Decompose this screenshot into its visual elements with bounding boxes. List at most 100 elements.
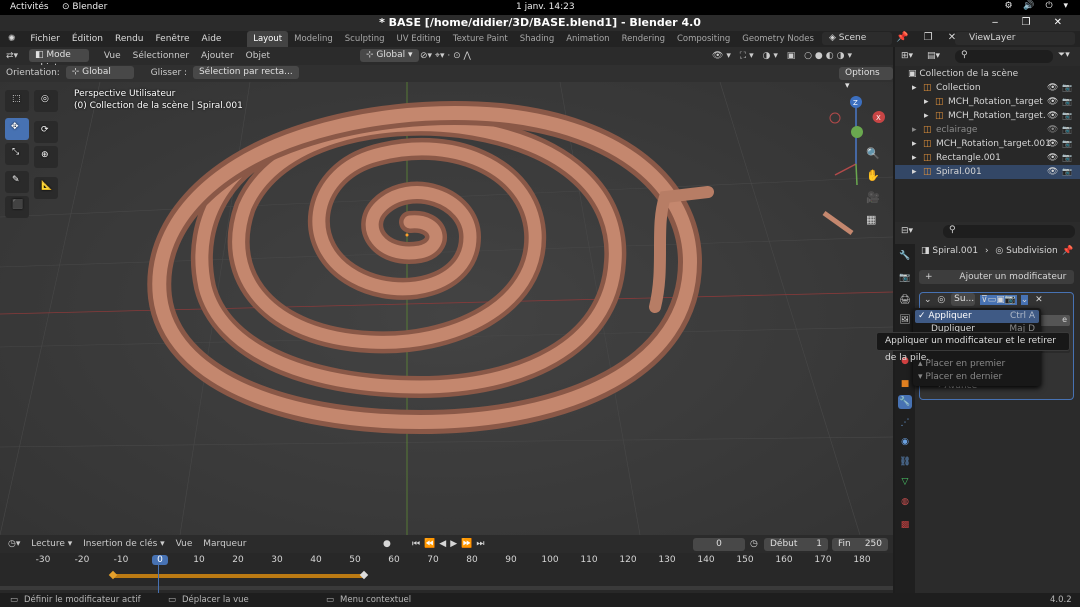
scene-selector[interactable]: ◈ Scene bbox=[822, 32, 892, 45]
tab-animation[interactable]: Animation bbox=[560, 31, 615, 47]
options-dropdown[interactable]: Options ▾ bbox=[839, 67, 893, 91]
viewport-menu-0[interactable]: Vue bbox=[104, 47, 121, 65]
transform-tool[interactable]: ⊕ bbox=[34, 146, 58, 168]
viewlayer-selector[interactable]: ViewLayer bbox=[955, 32, 1075, 45]
outliner-row[interactable]: ▸ ◫ MCH_Rotation_target 👁 📷 bbox=[895, 95, 1080, 109]
add-cube-tool[interactable]: ⬛ bbox=[5, 196, 29, 218]
collapse-chevron-icon[interactable]: ⌄ bbox=[924, 295, 932, 305]
visibility-eye-icon[interactable]: 👁 bbox=[1047, 137, 1058, 151]
camera-icon[interactable]: 🎥 bbox=[866, 191, 886, 213]
particles-tab-icon[interactable]: ⋰ bbox=[898, 416, 912, 430]
outliner-row[interactable]: ▸ ◫ Rectangle.001 👁 📷 bbox=[895, 151, 1080, 165]
tab-sculpting[interactable]: Sculpting bbox=[339, 31, 391, 47]
tool-tab-icon[interactable]: 🔧 bbox=[898, 249, 912, 263]
marker-menu[interactable]: Marqueur bbox=[203, 535, 246, 553]
expand-arrow-icon[interactable]: ▸ bbox=[912, 123, 917, 137]
tab-texture-paint[interactable]: Texture Paint bbox=[447, 31, 514, 47]
apply-menu-item[interactable]: ✓ Appliquer Ctrl A bbox=[915, 310, 1039, 323]
zoom-icon[interactable]: 🔍 bbox=[866, 147, 886, 169]
end-frame-field[interactable]: Fin 250 bbox=[832, 538, 888, 551]
current-frame-field[interactable]: 0 bbox=[693, 538, 745, 551]
editor-type-icon[interactable]: ⇄▾ bbox=[6, 47, 18, 65]
render-tab-icon[interactable]: 📷 bbox=[898, 271, 912, 285]
cursor-tool[interactable]: ◎ bbox=[34, 90, 58, 112]
scale-tool[interactable]: ⤡ bbox=[5, 143, 29, 165]
outliner-row[interactable]: ▸ ◫ MCH_Rotation_target.001 👁 📷 bbox=[895, 137, 1080, 151]
blender-logo-icon[interactable]: ✺ bbox=[0, 31, 22, 47]
expand-arrow-icon[interactable]: ▸ bbox=[912, 165, 917, 179]
grid-ortho-icon[interactable]: ▦ bbox=[866, 213, 886, 235]
visibility-eye-icon[interactable]: 👁 bbox=[1047, 81, 1058, 95]
keying-menu[interactable]: Insertion de clés ▾ bbox=[83, 535, 165, 553]
mode-selector[interactable]: ◧ Mode objet bbox=[28, 49, 89, 73]
render-camera-icon[interactable]: 📷 bbox=[1062, 137, 1072, 151]
viewport-menu-2[interactable]: Ajouter bbox=[201, 47, 234, 65]
timeline-area[interactable]: -30 -20 -10 0 10 20 30 40 50 60 70 80 90 100 110 120 130… bbox=[0, 553, 893, 593]
scene-pin-icons[interactable]: 📌 ❐ ✕ bbox=[896, 32, 962, 43]
playhead-line[interactable] bbox=[158, 563, 159, 593]
viewport-scene[interactable]: Z X bbox=[0, 47, 893, 535]
move-last-menu-item[interactable]: ▾ Placer en dernier bbox=[915, 371, 1039, 383]
clock[interactable]: 1 janv. 14:23 bbox=[516, 2, 575, 12]
window-controls[interactable]: ‒ ❐ ✕ bbox=[992, 15, 1072, 31]
menu-2[interactable]: Rendu bbox=[109, 31, 150, 47]
pivot-snap-icons[interactable]: ⊘▾ ⌖▾ · ⊙ ⋀ bbox=[420, 47, 471, 65]
menu-4[interactable]: Aide bbox=[196, 31, 228, 47]
texture-tab-icon[interactable]: ▩ bbox=[898, 518, 912, 532]
app-menu[interactable]: ⊙ Blender bbox=[62, 2, 107, 12]
outliner-search-input[interactable]: ⚲ bbox=[955, 50, 1053, 63]
render-camera-icon[interactable]: 📷 bbox=[1062, 109, 1072, 123]
orientation-dropdown[interactable]: ⊹ Global bbox=[65, 66, 134, 79]
expand-arrow-icon[interactable]: ▸ bbox=[912, 137, 917, 151]
view-layer-tab-icon[interactable]: 🖼 bbox=[898, 313, 912, 327]
move-tool[interactable]: ✥ bbox=[5, 118, 29, 140]
properties-editor-icon[interactable]: ⊟▾ bbox=[901, 226, 913, 236]
expand-arrow-icon[interactable]: ▸ bbox=[924, 109, 929, 123]
modifier-visibility-icons[interactable]: ⊽▭▣📷 bbox=[980, 295, 1017, 305]
timeline-scrollbar[interactable] bbox=[0, 586, 893, 590]
modifier-tab-icon[interactable]: 🔧 bbox=[898, 395, 912, 409]
timeline-editor-icon[interactable]: ◷▾ bbox=[8, 535, 20, 553]
render-camera-icon[interactable]: 📷 bbox=[1062, 123, 1072, 137]
pan-hand-icon[interactable]: ✋ bbox=[866, 169, 886, 191]
viewport-menu-1[interactable]: Sélectionner bbox=[133, 47, 189, 65]
object-tab-icon[interactable]: ■ bbox=[898, 377, 912, 391]
modifier-name-field[interactable]: Su... bbox=[951, 293, 976, 306]
clock-icon[interactable]: ◷ bbox=[750, 535, 758, 553]
outliner-row[interactable]: ▸ ◫ MCH_Rotation_target. 👁 📷 bbox=[895, 109, 1080, 123]
outliner-editor-icon[interactable]: ⊞▾ bbox=[901, 51, 913, 61]
3d-viewport[interactable]: Z X ⇄▾ ◧ Mode objet Vue Sélectionner Ajout… bbox=[0, 47, 893, 535]
render-camera-icon[interactable]: 📷 bbox=[1062, 165, 1072, 179]
properties-search-input[interactable]: ⚲ bbox=[943, 225, 1075, 238]
playback-menu[interactable]: Lecture ▾ bbox=[31, 535, 72, 553]
tab-shading[interactable]: Shading bbox=[514, 31, 561, 47]
visibility-eye-icon[interactable]: 👁 bbox=[1047, 109, 1058, 123]
render-camera-icon[interactable]: 📷 bbox=[1062, 81, 1072, 95]
visibility-eye-icon[interactable]: 👁 bbox=[1047, 165, 1058, 179]
pin-icon[interactable]: 📌 bbox=[1062, 246, 1073, 256]
outliner-row[interactable]: ▸ ◫ eclairage 👁 📷 bbox=[895, 123, 1080, 137]
display-mode-icon[interactable]: ▤▾ bbox=[927, 51, 940, 61]
physics-tab-icon[interactable]: ◉ bbox=[898, 435, 912, 449]
system-tray[interactable]: ⚙ 🔊 ⏻ ▾ bbox=[1005, 1, 1073, 11]
playback-controls[interactable]: ⏮⏪◀▶⏩⏭ bbox=[412, 535, 488, 553]
levels-field-partial[interactable]: e bbox=[1036, 315, 1070, 326]
rotate-tool[interactable]: ⟳ bbox=[34, 121, 58, 143]
expand-arrow-icon[interactable]: ▸ bbox=[912, 81, 917, 95]
tab-uv-editing[interactable]: UV Editing bbox=[390, 31, 446, 47]
move-first-menu-item[interactable]: ▴ Placer en premier bbox=[915, 358, 1039, 370]
visibility-eye-icon[interactable]: 👁 bbox=[1047, 95, 1058, 109]
data-tab-icon[interactable]: ▽ bbox=[898, 475, 912, 489]
tab-layout[interactable]: Layout bbox=[247, 31, 289, 47]
filter-icon[interactable]: ⏷▾ bbox=[1058, 50, 1070, 60]
constraints-tab-icon[interactable]: ⛓ bbox=[898, 455, 912, 469]
outliner-row[interactable]: ▸ ◫ Spiral.001 👁 📷 bbox=[895, 165, 1080, 179]
expand-arrow-icon[interactable]: ▸ bbox=[912, 151, 917, 165]
tab-rendering[interactable]: Rendering bbox=[616, 31, 671, 47]
measure-tool[interactable]: 📐 bbox=[34, 177, 58, 199]
remove-modifier-icon[interactable]: ✕ bbox=[1035, 295, 1043, 305]
viewport-menu-3[interactable]: Objet bbox=[246, 47, 270, 65]
annotate-tool[interactable]: ✎ bbox=[5, 171, 29, 193]
material-tab-icon[interactable]: ◍ bbox=[898, 495, 912, 509]
render-camera-icon[interactable]: 📷 bbox=[1062, 95, 1072, 109]
